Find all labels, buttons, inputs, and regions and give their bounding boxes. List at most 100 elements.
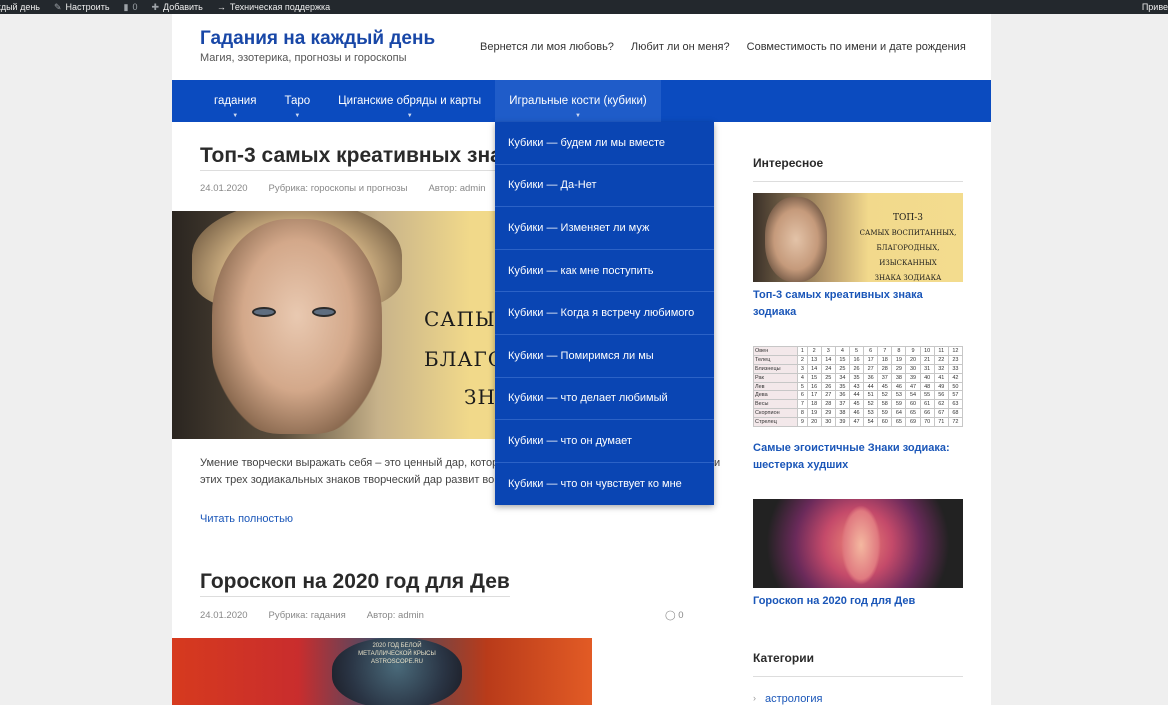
zodiac-value-cell: 37	[834, 399, 850, 410]
zodiac-value-cell: 60	[877, 417, 893, 428]
zodiac-value-cell: 17	[863, 354, 879, 365]
nav-item-gypsy[interactable]: Циганские обряды и карты ▼	[324, 80, 495, 122]
post-featured-image[interactable]: 2020 ГОД БЕЛОЙ МЕТАЛЛИЧЕСКОЙ КРЫСЫ ASTRO…	[172, 638, 592, 705]
zodiac-value-cell: 37	[877, 372, 893, 383]
zodiac-sign-cell: Дева	[753, 390, 799, 401]
read-more-link[interactable]: Читать полностью	[200, 513, 293, 525]
top-link-love-return[interactable]: Вернется ли моя любовь?	[480, 41, 614, 53]
zodiac-value-cell: 36	[863, 372, 879, 383]
widget-title-interesting: Интересное	[753, 156, 824, 170]
zodiac-value-cell: 19	[891, 354, 907, 365]
dropdown-item-reconcile[interactable]: Кубики — Помиримся ли мы	[495, 335, 714, 378]
dropdown-item-together[interactable]: Кубики — будем ли мы вместе	[495, 122, 714, 165]
sidebar-thumb[interactable]: ТОП-3 САМЫХ ВОСПИТАННЫХ, БЛАГОРОДНЫХ, ИЗ…	[753, 193, 963, 282]
zodiac-value-cell: 14	[820, 354, 836, 365]
caret-down-icon: ▼	[294, 113, 301, 119]
post-meta: 24.01.2020 Рубрика: гороскопы и прогнозы…	[200, 183, 486, 194]
zodiac-row: Овен 1 2 3 4 5 6 7 8 9 10 11 12	[753, 346, 963, 356]
admin-account-link[interactable]: Приве	[1142, 0, 1168, 14]
zodiac-row: Скорпион 8 19 29 38 46 53 59 64 65 66 67 68	[753, 408, 963, 419]
comment-count-link[interactable]: ◯ 0	[665, 610, 684, 621]
nav-item-label: гадания	[214, 95, 257, 107]
zodiac-value-cell: 35	[834, 381, 850, 392]
zodiac-value-cell: 4	[797, 372, 808, 383]
admin-comments-button[interactable]: ▮ 0	[124, 2, 138, 13]
dropdown-item-what-to-do[interactable]: Кубики — как мне поступить	[495, 250, 714, 293]
post-author[interactable]: Автор: admin	[428, 183, 485, 194]
dropdown-item-he-thinks[interactable]: Кубики — что он думает	[495, 420, 714, 463]
zodiac-row: Лев 5 16 26 35 43 44 45 46 47 48 49 50	[753, 381, 963, 392]
zodiac-value-cell: 18	[877, 354, 893, 365]
sidebar-thumb[interactable]: Овен 1 2 3 4 5 6 7 8 9 10 11 12 Телец 2 13 14 15 16 17 18 19 2…	[753, 346, 963, 435]
zodiac-value-cell: 52	[877, 390, 893, 401]
post-category[interactable]: Рубрика: гороскопы и прогнозы	[269, 183, 408, 194]
plus-icon: ✚	[151, 1, 160, 12]
admin-site-label: айт Гадания на каждый день	[0, 2, 40, 12]
zodiac-value-cell: 38	[834, 408, 850, 419]
zodiac-value-cell: 56	[933, 390, 949, 401]
image-eye	[312, 307, 336, 317]
dropdown-item-meet-beloved[interactable]: Кубики — Когда я встречу любимого	[495, 292, 714, 335]
admin-customize-button[interactable]: ✎ Настроить	[54, 2, 110, 13]
zodiac-row: Рак 4 15 25 34 35 36 37 38 39 40 41 42	[753, 372, 963, 383]
sidebar-post-link[interactable]: Гороскоп на 2020 год для Дев	[753, 593, 963, 610]
zodiac-value-cell: 67	[933, 408, 949, 419]
zodiac-value-cell: 3	[797, 363, 808, 374]
nav-item-dice[interactable]: Игральные кости (кубики) ▼	[495, 80, 661, 122]
site-title[interactable]: Гадания на каждый день	[200, 28, 435, 50]
post-category[interactable]: Рубрика: гадания	[269, 610, 346, 621]
image-caption: 2020 ГОД БЕЛОЙ МЕТАЛЛИЧЕСКОЙ КРЫСЫ ASTRO…	[358, 643, 436, 665]
nav-item-label: Игральные кости (кубики)	[509, 95, 647, 107]
widget-title-categories: Категории	[753, 651, 814, 665]
post-author[interactable]: Автор: admin	[367, 610, 424, 621]
zodiac-value-cell: 64	[891, 408, 907, 419]
dropdown-item-husband-cheats[interactable]: Кубики — Изменяет ли муж	[495, 207, 714, 250]
dropdown-item-yes-no[interactable]: Кубики — Да-Нет	[495, 165, 714, 208]
zodiac-value-cell: 26	[848, 363, 865, 374]
top-link-loves-me[interactable]: Любит ли он меня?	[631, 41, 730, 53]
brush-icon: ✎	[54, 1, 62, 12]
zodiac-value-cell: 48	[919, 381, 935, 392]
zodiac-value-cell: 21	[919, 354, 935, 365]
admin-support-link[interactable]: → Техническая поддержка	[217, 2, 330, 12]
zodiac-value-cell: 33	[947, 363, 963, 374]
zodiac-sign-cell: Лев	[753, 381, 799, 392]
image-eye	[252, 307, 276, 317]
zodiac-sign-cell: Скорпион	[753, 408, 799, 419]
site-container: Гадания на каждый день Магия, эзотерика,…	[172, 14, 991, 705]
zodiac-value-cell: 28	[820, 399, 836, 410]
nav-item-gadaniya[interactable]: гадания ▼	[200, 80, 270, 122]
zodiac-value-cell: 22	[933, 354, 949, 365]
nav-item-label: Циганские обряды и карты	[338, 95, 482, 107]
zodiac-value-cell: 69	[905, 417, 921, 428]
dropdown-item-beloved-doing[interactable]: Кубики — что делает любимый	[495, 378, 714, 421]
post-title[interactable]: Гороскоп на 2020 год для Дев	[200, 570, 510, 597]
zodiac-value-cell: 9	[797, 417, 808, 428]
zodiac-value-cell: 47	[848, 417, 865, 428]
zodiac-value-cell: 34	[834, 372, 850, 383]
chevron-right-icon: ›	[753, 693, 756, 703]
zodiac-sign-cell: Близнецы	[753, 363, 799, 374]
zodiac-value-cell: 45	[848, 399, 865, 410]
category-link[interactable]: › астрология	[753, 693, 822, 705]
zodiac-value-cell: 58	[877, 399, 893, 410]
sidebar-thumb[interactable]	[753, 499, 963, 588]
admin-add-new-button[interactable]: ✚ Добавить	[152, 2, 203, 13]
sidebar-post-link[interactable]: Самые эгоистичные Знаки зодиака: шестерк…	[753, 440, 963, 474]
admin-site-link[interactable]: айт Гадания на каждый день	[0, 2, 40, 12]
zodiac-value-cell: 65	[905, 408, 921, 419]
zodiac-value-cell: 41	[933, 372, 949, 383]
zodiac-value-cell: 26	[820, 381, 836, 392]
zodiac-value-cell: 70	[919, 417, 935, 428]
top-link-compatibility[interactable]: Совместимость по имени и дате рождения	[747, 41, 966, 53]
zodiac-value-cell: 59	[877, 408, 893, 419]
zodiac-row: Дева 6 17 27 36 44 51 52 53 54 55 56 57	[753, 390, 963, 401]
category-label: астрология	[765, 693, 823, 705]
zodiac-value-cell: 15	[834, 354, 850, 365]
zodiac-value-cell: 44	[863, 381, 879, 392]
dropdown-item-he-feels[interactable]: Кубики — что он чувствует ко мне	[495, 463, 714, 506]
nav-item-taro[interactable]: Таро ▼	[270, 80, 324, 122]
zodiac-value-cell: 4	[834, 346, 850, 356]
zodiac-value-cell: 46	[891, 381, 907, 392]
sidebar-post-link[interactable]: Топ-3 самых креативных знака зодиака	[753, 287, 963, 321]
